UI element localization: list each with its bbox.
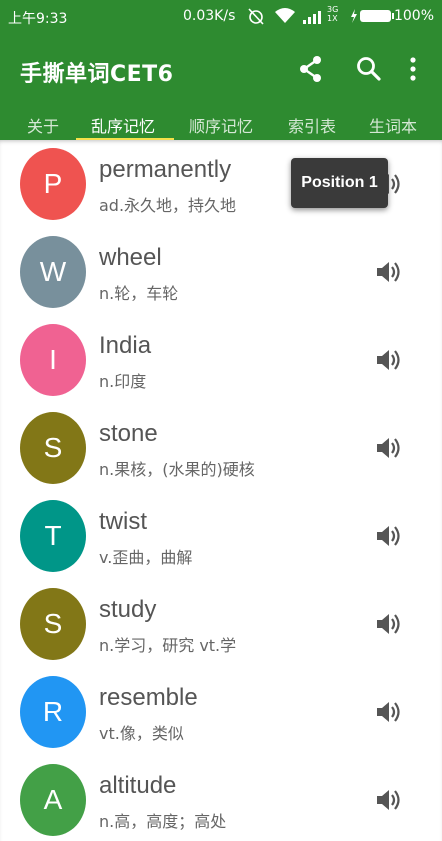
word-meaning: n.学习，研究 vt.学: [99, 636, 237, 655]
speaker-icon[interactable]: [372, 432, 404, 464]
word-meaning: n.高，高度；高处: [99, 812, 227, 831]
word-text: twist: [99, 508, 147, 535]
letter-avatar: S: [20, 412, 86, 484]
speaker-icon[interactable]: [372, 520, 404, 552]
signal-icon: [302, 6, 324, 26]
speaker-icon[interactable]: [372, 696, 404, 728]
word-meaning: n.印度: [99, 372, 147, 391]
word-meaning: n.果核，(水果的)硬核: [99, 460, 255, 479]
letter-avatar: W: [20, 236, 86, 308]
speaker-icon[interactable]: [372, 256, 404, 288]
letter-avatar: S: [20, 588, 86, 660]
word-text: permanently: [99, 156, 232, 183]
app-bar: 手撕单词CET6 关于 乱序记忆 顺序记忆 索引表 生词本: [0, 34, 442, 140]
word-meaning: ad.永久地，持久地: [99, 196, 237, 215]
battery-icon: [351, 9, 394, 23]
word-text: resemble: [99, 684, 198, 711]
more-vert-icon: [410, 57, 416, 81]
battery-percent: 100%: [393, 8, 434, 24]
app-title: 手撕单词CET6: [20, 62, 174, 87]
network-type-top: 3G: [327, 5, 339, 14]
letter-avatar: T: [20, 500, 86, 572]
speaker-icon[interactable]: [372, 344, 404, 376]
network-type-bottom: 1X: [327, 14, 338, 23]
tab-index[interactable]: 索引表: [288, 113, 336, 137]
tab-sequential-memory[interactable]: 顺序记忆: [189, 113, 253, 137]
word-meaning: vt.像，类似: [99, 724, 184, 743]
letter-avatar: A: [20, 764, 86, 836]
word-meaning: v.歪曲，曲解: [99, 548, 193, 567]
list-item[interactable]: W wheel n.轮，车轮: [0, 228, 442, 316]
speaker-icon[interactable]: [372, 784, 404, 816]
list-item[interactable]: A altitude n.高，高度；高处: [0, 756, 442, 841]
tab-about[interactable]: 关于: [27, 113, 59, 137]
word-text: stone: [99, 420, 158, 447]
list-item[interactable]: R resemble vt.像，类似: [0, 668, 442, 756]
list-item[interactable]: I India n.印度: [0, 316, 442, 404]
search-button[interactable]: [354, 54, 384, 84]
search-icon: [357, 57, 381, 81]
word-list[interactable]: P permanently ad.永久地，持久地 W wheel n.轮，车轮 …: [0, 140, 442, 841]
list-item[interactable]: T twist v.歪曲，曲解: [0, 492, 442, 580]
status-bar: 上午9:33 0.03K/s 3G 1X 100%: [0, 0, 442, 34]
network-speed: 0.03K/s: [183, 8, 236, 24]
wifi-icon: [275, 8, 295, 23]
word-text: India: [99, 332, 152, 359]
share-icon: [300, 56, 321, 82]
share-button[interactable]: [296, 54, 326, 84]
letter-avatar: R: [20, 676, 86, 748]
status-time: 上午9:33: [8, 11, 68, 27]
list-item[interactable]: S study n.学习，研究 vt.学: [0, 580, 442, 668]
word-text: altitude: [99, 772, 177, 799]
word-text: study: [99, 596, 157, 623]
word-meaning: n.轮，车轮: [99, 284, 179, 303]
letter-avatar: I: [20, 324, 86, 396]
tab-bar: 关于 乱序记忆 顺序记忆 索引表 生词本: [0, 104, 442, 140]
list-item[interactable]: S stone n.果核，(水果的)硬核: [0, 404, 442, 492]
letter-avatar: P: [20, 148, 86, 220]
network-type-label: 3G 1X: [327, 5, 338, 23]
alarm-off-icon: [248, 8, 264, 25]
tab-random-memory[interactable]: 乱序记忆: [91, 113, 155, 137]
tab-vocabulary-book[interactable]: 生词本: [369, 113, 417, 137]
word-text: wheel: [99, 244, 162, 271]
speaker-icon[interactable]: [372, 608, 404, 640]
position-tooltip: Position 1: [291, 158, 388, 208]
overflow-menu-button[interactable]: [398, 54, 428, 84]
